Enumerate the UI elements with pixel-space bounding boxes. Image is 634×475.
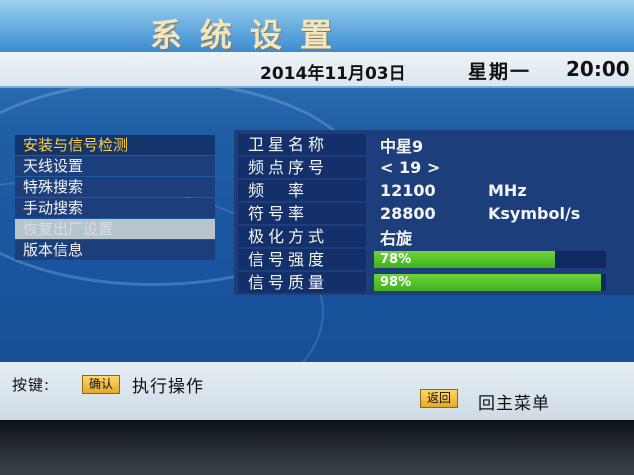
polar-label: 极化方式 xyxy=(238,226,366,247)
satellite-label: 卫星名称 xyxy=(238,134,366,155)
row-transponder[interactable]: 频点序号 < 19 > xyxy=(238,157,634,178)
row-frequency: 频 率 12100 MHz xyxy=(238,180,634,201)
symbol-label: 符号率 xyxy=(238,203,366,224)
settings-menu: 安装与信号检测 天线设置 特殊搜索 手动搜索 恢复出厂设置 版本信息 xyxy=(15,135,215,261)
menu-item-special-search[interactable]: 特殊搜索 xyxy=(15,177,215,197)
strength-label: 信号强度 xyxy=(238,249,366,270)
date-text: 2014年11月03日 xyxy=(260,64,406,84)
strength-bar: 78% xyxy=(374,251,606,268)
back-key-chip[interactable]: 返回 xyxy=(420,389,459,408)
menu-item-manual-search[interactable]: 手动搜索 xyxy=(15,198,215,218)
tv-screen: 系统设置 2014年11月03日 星期一 20:00 安装与信号检测 天线设置 … xyxy=(0,0,634,420)
ok-action-text: 执行操作 xyxy=(132,377,204,397)
menu-item-version[interactable]: 版本信息 xyxy=(15,240,215,260)
page-title: 系统设置 xyxy=(150,16,351,54)
row-signal-quality: 信号质量 98% xyxy=(238,272,634,293)
symbol-unit: Ksymbol/s xyxy=(488,204,581,223)
freq-label: 频 率 xyxy=(238,180,366,201)
satellite-value: 中星9 xyxy=(380,136,424,156)
strength-percent: 78% xyxy=(380,252,412,267)
quality-percent: 98% xyxy=(380,275,412,290)
date-bar: 2014年11月03日 星期一 20:00 xyxy=(0,52,634,88)
freq-value: 12100 xyxy=(380,181,436,200)
row-polarization: 极化方式 右旋 xyxy=(238,226,634,248)
freq-unit: MHz xyxy=(488,181,527,200)
quality-bar: 98% xyxy=(374,274,606,291)
footer-bar: 按键: 确认 执行操作 返回 回主菜单 xyxy=(0,362,634,420)
time-text: 20:00 xyxy=(566,57,630,81)
header-bar: 系统设置 xyxy=(0,0,634,54)
tv-bezel xyxy=(0,420,634,475)
menu-item-install-signal[interactable]: 安装与信号检测 xyxy=(15,135,215,155)
menu-item-antenna[interactable]: 天线设置 xyxy=(15,156,215,176)
symbol-value: 28800 xyxy=(380,204,436,223)
menu-item-factory-reset[interactable]: 恢复出厂设置 xyxy=(15,219,215,239)
weekday-text: 星期一 xyxy=(468,61,532,83)
row-satellite: 卫星名称 中星9 xyxy=(238,134,634,156)
quality-label: 信号质量 xyxy=(238,272,366,293)
back-action-text: 回主菜单 xyxy=(478,394,550,414)
keys-label: 按键: xyxy=(12,376,51,394)
polar-value: 右旋 xyxy=(380,228,413,248)
ok-key-chip[interactable]: 确认 xyxy=(82,375,121,394)
row-symbol-rate: 符号率 28800 Ksymbol/s xyxy=(238,203,634,224)
tp-value[interactable]: < 19 > xyxy=(366,158,440,177)
row-signal-strength: 信号强度 78% xyxy=(238,249,634,270)
tp-label: 频点序号 xyxy=(238,157,366,178)
